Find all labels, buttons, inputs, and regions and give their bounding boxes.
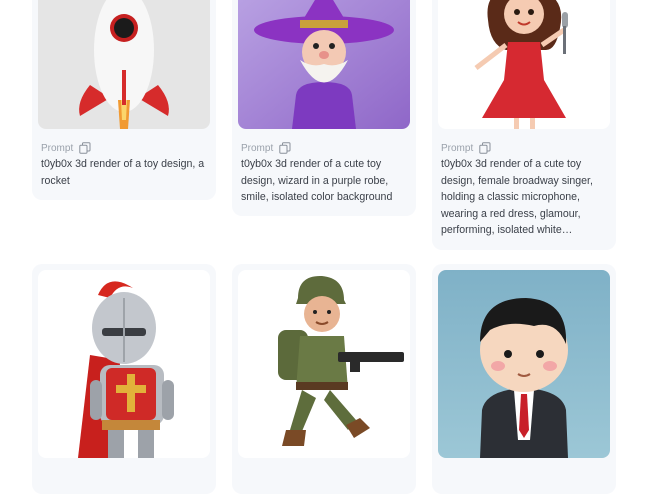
copy-icon[interactable]	[279, 142, 291, 154]
gallery-card-wizard[interactable]: Prompt t0yb0x 3d render of a cute toy de…	[232, 0, 416, 216]
gallery-card-knight[interactable]	[32, 264, 216, 494]
wizard-toy-image[interactable]	[238, 0, 410, 129]
singer-toy-image[interactable]	[438, 0, 610, 129]
prompt-text: t0yb0x 3d render of a cute toy design, w…	[241, 158, 393, 203]
copy-icon[interactable]	[479, 142, 491, 154]
gallery-card-rocket[interactable]: Prompt t0yb0x 3d render of a toy design,…	[32, 0, 216, 200]
soldier-toy-image[interactable]	[238, 270, 410, 458]
prompt-label: Prompt	[441, 142, 474, 154]
knight-toy-image[interactable]	[38, 270, 210, 458]
rocket-toy-image[interactable]	[38, 0, 210, 129]
businessman-toy-image[interactable]	[438, 270, 610, 458]
prompt-text: t0yb0x 3d render of a cute toy design, f…	[441, 158, 593, 236]
prompt-text: t0yb0x 3d render of a toy design, a rock…	[41, 158, 205, 187]
prompt-label: Prompt	[41, 142, 74, 154]
copy-icon[interactable]	[79, 142, 91, 154]
gallery-card-soldier[interactable]	[232, 264, 416, 494]
gallery-card-singer[interactable]: Prompt t0yb0x 3d render of a cute toy de…	[432, 0, 616, 250]
gallery-card-businessman[interactable]	[432, 264, 616, 494]
prompt-label: Prompt	[241, 142, 274, 154]
